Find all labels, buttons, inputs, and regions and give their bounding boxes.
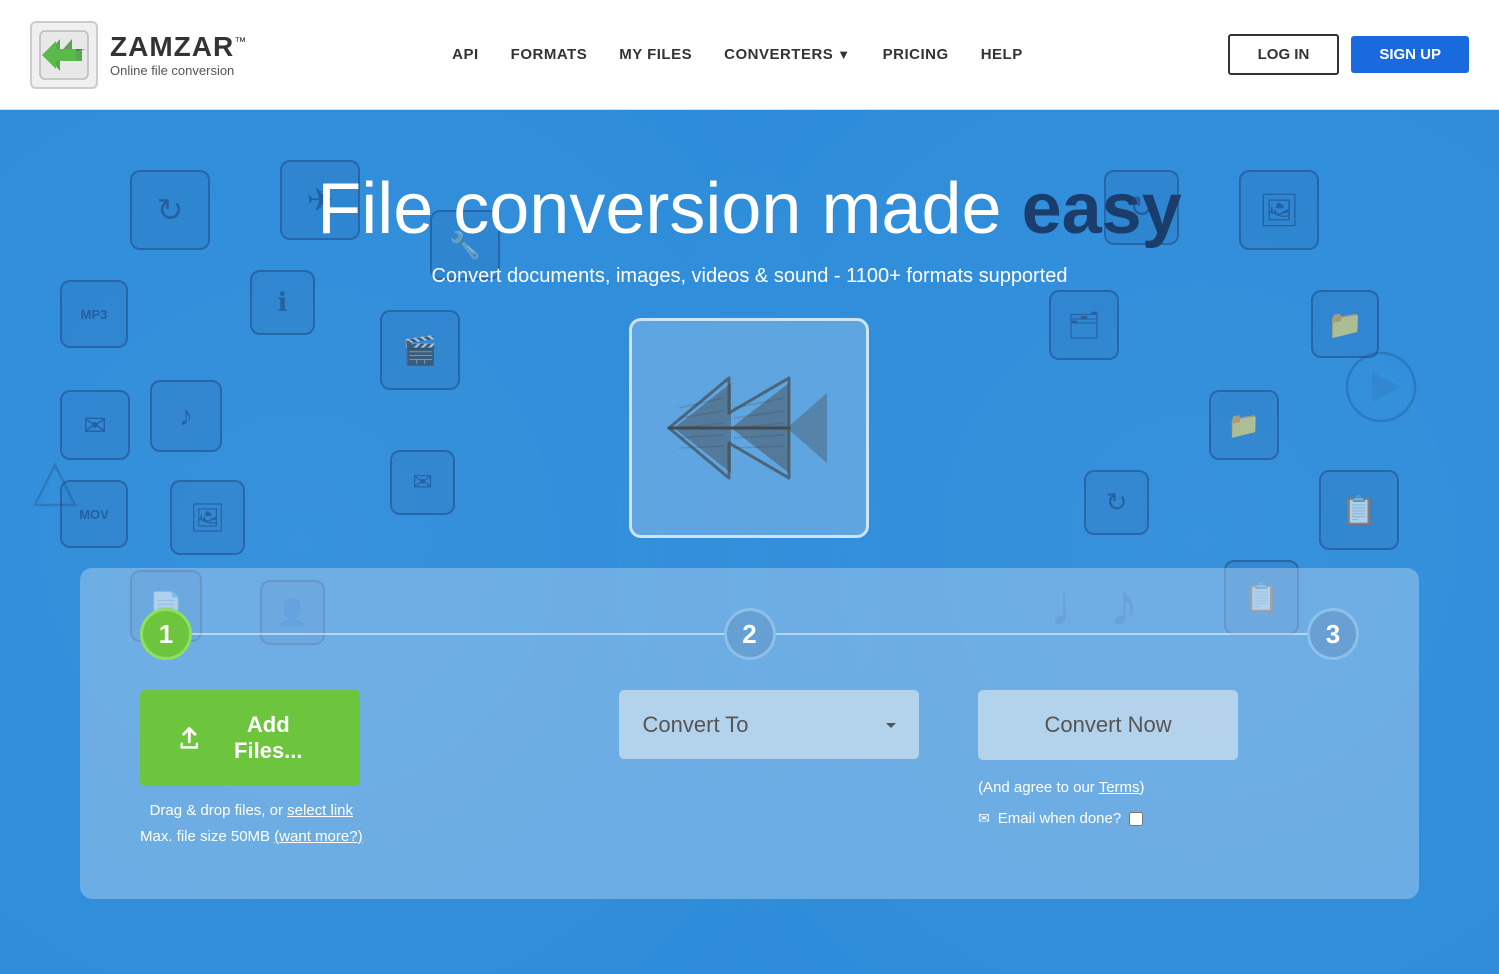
hero-title: File conversion made easy [317, 170, 1182, 249]
step-1-circle: 1 [140, 608, 192, 660]
terms-link[interactable]: Terms [1099, 779, 1140, 796]
want-more-link[interactable]: (want more?) [274, 828, 362, 845]
sketch-box [629, 318, 869, 538]
convert-help: (And agree to our Terms) ✉ Email when do… [978, 774, 1144, 832]
select-link[interactable]: select link [287, 802, 353, 819]
logo-name: ZAMZAR™ [110, 31, 247, 63]
fast-forward-sketch [659, 363, 839, 493]
step-2-circle: 2 [724, 608, 776, 660]
deco-icon-folder: 📁 [1311, 290, 1379, 358]
zamzar-logo-svg [38, 29, 90, 81]
step1-col: Add Files... Drag & drop files, or selec… [140, 690, 559, 849]
deco-icon-image: 🖼 [170, 480, 245, 555]
deco-icon-music: ♪ [150, 380, 222, 452]
deco-icon-folder2: 📁 [1209, 390, 1279, 460]
deco-play-circle [1344, 350, 1419, 430]
step-line-1 [192, 633, 724, 635]
step3-col: Convert Now (And agree to our Terms) ✉ E… [978, 690, 1359, 832]
step-3-circle: 3 [1307, 608, 1359, 660]
nav-api[interactable]: API [452, 46, 479, 63]
deco-icon-image-right: 🖼 [1239, 170, 1319, 250]
deco-icon-copy: 📋 [1319, 470, 1399, 550]
step2-col: Convert To PDF JPG MP3 MP4 DOCX [559, 690, 978, 759]
nav-my-files[interactable]: MY FILES [619, 46, 692, 63]
login-button[interactable]: LOG IN [1228, 34, 1340, 75]
center-illustration [629, 318, 869, 538]
converter-panel: 1 2 3 Add Files... [80, 568, 1419, 899]
header: ZAMZAR™ Online file conversion API FORMA… [0, 0, 1499, 110]
deco-icon-envelope: ✉ [60, 390, 130, 460]
logo-area: ZAMZAR™ Online file conversion [30, 21, 247, 89]
hero-subtitle: Convert documents, images, videos & soun… [317, 265, 1182, 288]
signup-button[interactable]: SIGN UP [1351, 36, 1469, 73]
hero-section: ↻ MP3 ♪ ✈ ℹ ✉ 🖼 MOV 📄 👤 🔧 [0, 110, 1499, 974]
envelope-icon: ✉ [978, 806, 990, 831]
deco-icon-info: ℹ [250, 270, 315, 335]
deco-icon-mov: MOV [60, 480, 128, 548]
steps-row: 1 2 3 [140, 608, 1359, 660]
deco-icon-mp3: MP3 [60, 280, 128, 348]
nav-help[interactable]: HELP [981, 46, 1023, 63]
nav-formats[interactable]: FORMATS [511, 46, 588, 63]
main-nav: API FORMATS MY FILES CONVERTERS ▼ PRICIN… [452, 46, 1023, 63]
nav-actions: LOG IN SIGN UP [1228, 34, 1469, 75]
logo-icon [30, 21, 98, 89]
deco-pyramid [30, 460, 80, 515]
hero-content: File conversion made easy Convert docume… [317, 110, 1182, 548]
email-row: ✉ Email when done? [978, 805, 1144, 832]
logo-tagline: Online file conversion [110, 63, 247, 78]
email-when-done-checkbox[interactable] [1129, 812, 1143, 826]
chevron-down-icon: ▼ [837, 47, 850, 62]
actions-row: Add Files... Drag & drop files, or selec… [140, 690, 1359, 849]
nav-pricing[interactable]: PRICING [883, 46, 949, 63]
nav-converters[interactable]: CONVERTERS ▼ [724, 46, 851, 63]
logo-text: ZAMZAR™ Online file conversion [110, 31, 247, 78]
upload-icon [176, 724, 203, 752]
add-files-button[interactable]: Add Files... [140, 690, 360, 786]
deco-icon-refresh: ↻ [130, 170, 210, 250]
convert-now-button[interactable]: Convert Now [978, 690, 1238, 760]
add-files-help: Drag & drop files, or select link Max. f… [140, 798, 363, 849]
step-line-2 [776, 633, 1308, 635]
convert-to-select[interactable]: Convert To PDF JPG MP3 MP4 DOCX [619, 690, 919, 759]
